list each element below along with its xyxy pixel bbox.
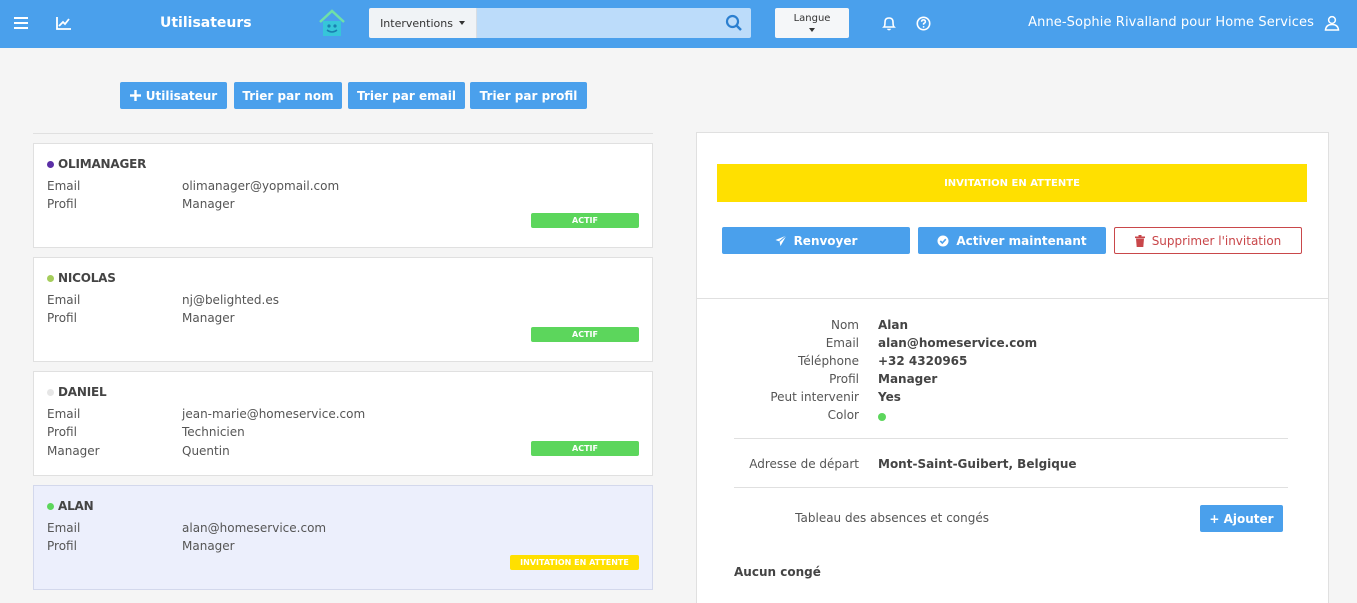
search-category-value: Interventions (380, 16, 453, 30)
current-user-name[interactable]: Anne-Sophie Rivalland pour Home Services (1028, 15, 1314, 30)
home-services-logo-icon (316, 7, 348, 39)
no-leave-message: Aucun congé (734, 565, 821, 579)
field-label: Email (47, 179, 81, 193)
activate-label: Activer maintenant (956, 233, 1087, 248)
plus-icon (129, 90, 141, 101)
resend-invitation-button[interactable]: Renvoyer (722, 227, 910, 254)
field-value: Manager (182, 539, 235, 553)
field-label: Email (47, 293, 81, 307)
field-value: Manager (182, 197, 235, 211)
section-divider (697, 298, 1328, 299)
user-card-title: NICOLAS (47, 271, 116, 285)
user-card-name: NICOLAS (58, 271, 116, 285)
bell-icon[interactable] (877, 11, 901, 35)
invitation-pending-banner: INVITATION EN ATTENTE (717, 164, 1307, 202)
value-color (878, 410, 886, 424)
resend-label: Renvoyer (793, 233, 858, 248)
color-swatch (878, 413, 886, 421)
check-circle-icon (937, 235, 949, 246)
field-value: alan@homeservice.com (182, 521, 327, 535)
delete-invitation-button[interactable]: Supprimer l'invitation (1114, 227, 1302, 254)
field-value: Technicien (182, 425, 245, 439)
field-value: nj@belighted.es (182, 293, 279, 307)
user-card-olimanager[interactable]: OLIMANAGER Email olimanager@yopmail.com … (33, 143, 653, 248)
delete-label: Supprimer l'invitation (1151, 233, 1282, 248)
caret-down-icon (809, 28, 815, 32)
label-email: Email (825, 336, 859, 350)
caret-down-icon (458, 21, 465, 25)
user-icon[interactable] (1320, 11, 1344, 35)
trash-icon (1134, 234, 1145, 247)
field-label: Email (47, 521, 81, 535)
user-card-name: ALAN (58, 499, 94, 513)
user-card-title: OLIMANAGER (47, 157, 146, 171)
user-card-alan[interactable]: ALAN Email alan@homeservice.com Profil M… (33, 485, 653, 590)
field-value: Quentin (182, 444, 230, 458)
value-peut-intervenir: Yes (878, 390, 901, 404)
field-label: Profil (47, 311, 77, 325)
status-badge: ACTIF (531, 213, 639, 228)
value-nom: Alan (878, 318, 909, 332)
label-adresse-depart: Adresse de départ (749, 457, 859, 471)
search-bar: Interventions (369, 8, 751, 38)
help-icon[interactable] (911, 11, 935, 35)
value-adresse-depart: Mont-Saint-Guibert, Belgique (878, 457, 1077, 471)
value-profil: Manager (878, 372, 938, 386)
value-telephone: +32 4320965 (878, 354, 968, 368)
user-detail-panel: INVITATION EN ATTENTE Renvoyer Activer m… (696, 132, 1329, 603)
section-divider (734, 487, 1288, 488)
field-value: olimanager@yopmail.com (182, 179, 340, 193)
search-icon[interactable] (725, 14, 743, 32)
section-divider (734, 438, 1288, 439)
add-user-button[interactable]: Utilisateur (120, 82, 227, 109)
language-label: Langue (793, 13, 831, 24)
sort-by-profile-button[interactable]: Trier par profil (470, 82, 587, 109)
user-card-title: DANIEL (47, 385, 107, 399)
status-badge: ACTIF (531, 441, 639, 456)
page-title: Utilisateurs (160, 15, 252, 31)
user-card-nicolas[interactable]: NICOLAS Email nj@belighted.es Profil Man… (33, 257, 653, 362)
menu-icon[interactable] (9, 11, 33, 35)
label-nom: Nom (830, 318, 859, 332)
field-value: jean-marie@homeservice.com (182, 407, 366, 421)
activate-now-button[interactable]: Activer maintenant (918, 227, 1106, 254)
field-label: Profil (47, 539, 77, 553)
user-color-dot (47, 274, 54, 282)
user-card-daniel[interactable]: DANIEL Email jean-marie@homeservice.com … (33, 371, 653, 476)
paper-plane-icon (775, 234, 787, 246)
field-label: Email (47, 407, 81, 421)
search-input[interactable] (477, 8, 751, 38)
status-badge: INVITATION EN ATTENTE (510, 555, 639, 570)
language-select[interactable]: Langue (775, 8, 849, 38)
sort-by-email-button[interactable]: Trier par email (348, 82, 465, 109)
absences-table-title: Tableau des absences et congés (795, 511, 989, 525)
label-telephone: Téléphone (798, 354, 859, 368)
list-divider (33, 133, 653, 134)
field-label: Manager (47, 444, 100, 458)
status-badge: ACTIF (531, 327, 639, 342)
value-email: alan@homeservice.com (878, 336, 1038, 350)
chart-trend-icon[interactable] (52, 11, 76, 35)
user-card-name: OLIMANAGER (58, 157, 147, 171)
user-color-dot (47, 160, 54, 168)
user-card-title: ALAN (47, 499, 94, 513)
field-label: Profil (47, 425, 77, 439)
label-profil: Profil (829, 372, 859, 386)
add-absence-button[interactable]: + Ajouter (1200, 505, 1283, 532)
label-peut-intervenir: Peut intervenir (770, 390, 859, 404)
user-color-dot (47, 388, 54, 396)
search-category-select[interactable]: Interventions (369, 8, 477, 38)
add-user-label: Utilisateur (145, 88, 218, 103)
top-bar: Utilisateurs Interventions Langue Anne-S… (0, 0, 1357, 48)
user-card-name: DANIEL (58, 385, 107, 399)
field-label: Profil (47, 197, 77, 211)
user-color-dot (47, 502, 54, 510)
label-color: Color (827, 408, 859, 422)
sort-by-name-button[interactable]: Trier par nom (234, 82, 342, 109)
field-value: Manager (182, 311, 235, 325)
